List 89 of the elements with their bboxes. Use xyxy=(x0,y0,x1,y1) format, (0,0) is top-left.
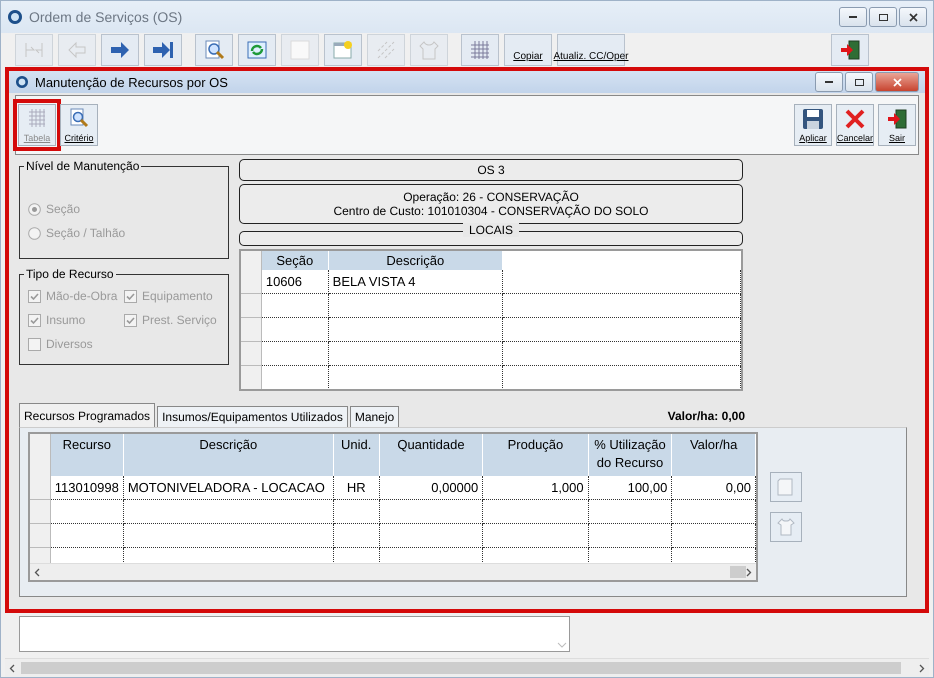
maximize-icon xyxy=(878,14,888,20)
option-label: Insumo xyxy=(46,313,86,327)
scroll-right-icon[interactable] xyxy=(919,664,925,672)
table-cell: 10606 xyxy=(261,270,328,294)
side-button[interactable] xyxy=(770,512,802,542)
exit-door-icon xyxy=(886,108,908,130)
toolbar-button[interactable] xyxy=(144,34,182,66)
exit-button[interactable] xyxy=(831,34,869,66)
close-button[interactable] xyxy=(899,7,927,27)
side-button[interactable] xyxy=(770,472,802,502)
table-cell: HR xyxy=(333,476,380,500)
toolbar-button[interactable] xyxy=(238,34,276,66)
toolbar-button[interactable] xyxy=(324,34,362,66)
search-icon xyxy=(203,39,225,61)
scroll-left-icon[interactable] xyxy=(9,664,15,672)
horizontal-scrollbar[interactable] xyxy=(30,563,756,580)
grid-icon xyxy=(27,108,47,128)
last-arrow-icon xyxy=(152,39,174,61)
new-window-icon xyxy=(332,39,354,61)
close-icon xyxy=(844,108,866,130)
save-icon xyxy=(802,108,824,130)
option-label: Diversos xyxy=(46,337,93,351)
window-title: Ordem de Serviços (OS) xyxy=(29,9,184,25)
maximize-button[interactable] xyxy=(869,7,897,27)
scroll-thumb[interactable] xyxy=(730,566,746,578)
right-arrow-icon xyxy=(109,39,131,61)
toolbar-button[interactable] xyxy=(461,34,499,66)
table-cell: 0,00 xyxy=(672,476,756,500)
value-per-hectare: Valor/ha: 0,00 xyxy=(668,409,745,425)
tab[interactable]: Recursos Programados xyxy=(19,403,156,427)
toolbar-button[interactable]: Copiar xyxy=(504,34,552,66)
column-header: Recurso xyxy=(50,434,124,476)
toolbar-button[interactable]: Cancelar xyxy=(836,104,874,146)
group-title: Nível de Manutenção xyxy=(25,159,140,173)
minimize-icon xyxy=(825,80,833,84)
notes-field[interactable] xyxy=(19,616,570,652)
faded-arrow-icon xyxy=(66,39,88,61)
toolbar-button[interactable]: Critério xyxy=(60,104,98,146)
table-cell: 0,00000 xyxy=(379,476,483,500)
close-icon xyxy=(908,12,918,22)
table-cell: BELA VISTA 4 xyxy=(328,270,502,294)
toolbar-button[interactable]: Sair xyxy=(878,104,916,146)
column-header: Quantidade xyxy=(379,434,483,476)
blank-page-icon xyxy=(289,39,311,61)
column-header: Descrição xyxy=(328,251,502,270)
maximize-button[interactable] xyxy=(845,72,873,92)
faded-shirt-icon xyxy=(418,39,440,61)
scroll-left-icon[interactable] xyxy=(34,568,40,576)
option-label: Seção xyxy=(46,202,80,216)
exit-door-icon xyxy=(839,39,861,61)
table-cell: 113010998 xyxy=(50,476,124,500)
option-label: Seção / Talhão xyxy=(46,226,126,240)
operation-text: Operação: 26 - CONSERVAÇÃO xyxy=(403,190,579,204)
table-cell: 1,000 xyxy=(482,476,588,500)
table-cell: MOTONIVELADORA - LOCACAO xyxy=(123,476,334,500)
locations-title: LOCAIS xyxy=(462,223,519,237)
tab[interactable]: Insumos/Equipamentos Utilizados xyxy=(157,406,348,427)
option-label: Mão-de-Obra xyxy=(46,289,118,303)
refresh-icon xyxy=(246,39,268,61)
toolbar-button[interactable] xyxy=(101,34,139,66)
minimize-button[interactable] xyxy=(815,72,843,92)
scroll-thumb[interactable] xyxy=(21,662,901,674)
table-cell: 100,00 xyxy=(588,476,672,500)
search-icon xyxy=(69,108,89,128)
dialog-title: Manutenção de Recursos por OS xyxy=(35,74,229,90)
cost-center-text: Centro de Custo: 101010304 - CONSERVAÇÃO DO SOLO xyxy=(333,204,649,218)
column-header: Seção xyxy=(261,251,328,270)
group-title: Tipo de Recurso xyxy=(25,267,115,281)
faded-diagonal-icon xyxy=(375,39,397,61)
os-label: OS 3 xyxy=(477,163,505,177)
column-header: Produção xyxy=(482,434,588,476)
column-header: Descrição xyxy=(123,434,334,476)
faded-shirt-icon xyxy=(776,517,796,537)
minimize-button[interactable] xyxy=(839,7,867,27)
tab[interactable]: Manejo xyxy=(350,406,400,427)
column-header: % Utilização do Recurso xyxy=(588,434,672,476)
app-logo-icon xyxy=(7,9,23,25)
app-logo-icon xyxy=(15,75,29,89)
scroll-right-icon[interactable] xyxy=(746,568,752,576)
column-header: Unid. xyxy=(333,434,380,476)
column-header: Valor/ha xyxy=(672,434,756,476)
grid-icon xyxy=(469,39,491,61)
close-icon xyxy=(892,78,902,86)
toolbar-button[interactable] xyxy=(195,34,233,66)
toolbar-button[interactable]: Aplicar xyxy=(794,104,832,146)
option-label: Prest. Serviço xyxy=(142,313,217,327)
maximize-icon xyxy=(854,78,864,86)
minimize-icon xyxy=(849,16,857,18)
option-label: Equipamento xyxy=(142,289,213,303)
